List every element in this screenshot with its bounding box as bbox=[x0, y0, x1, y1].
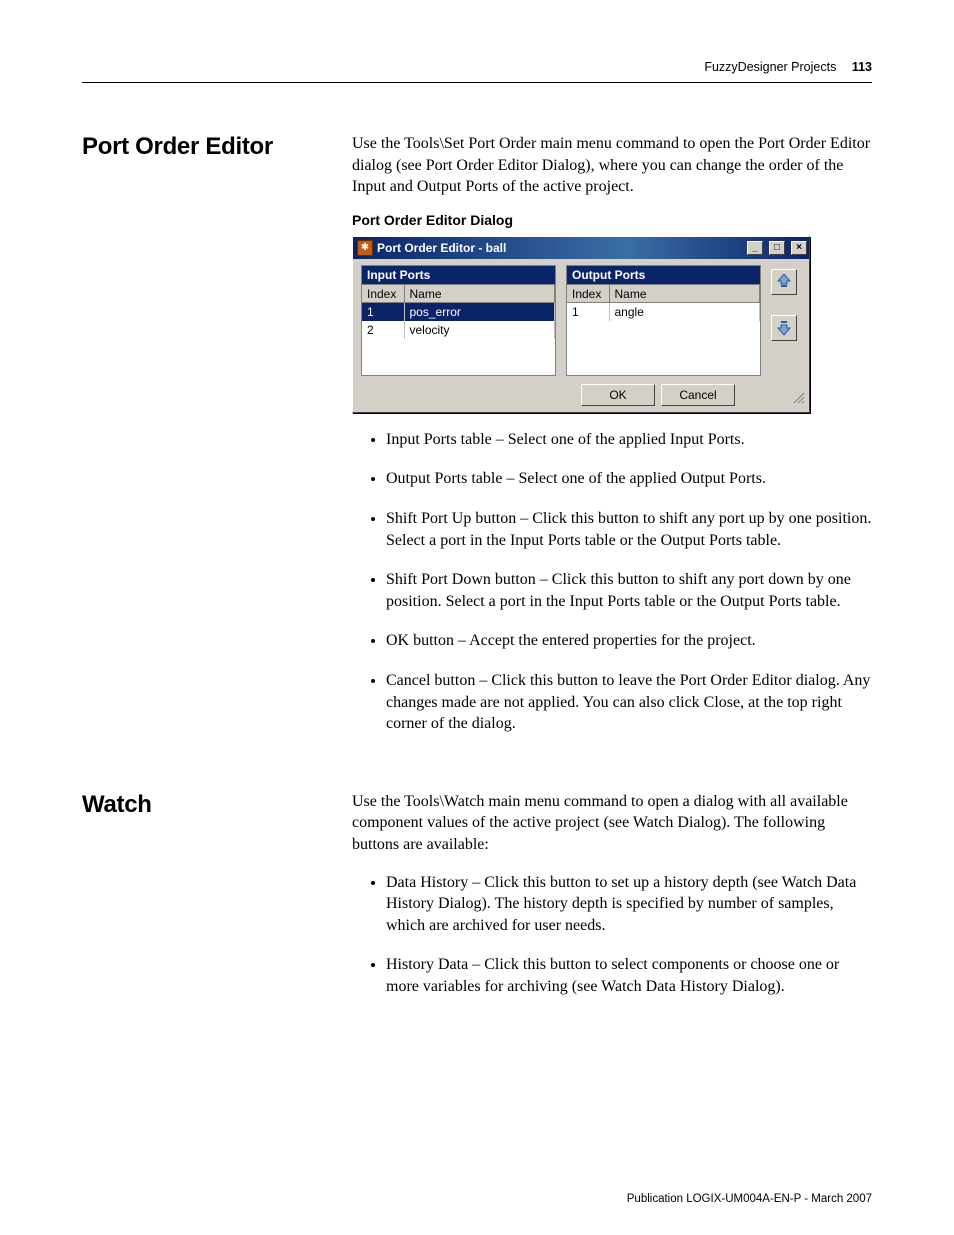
maximize-button[interactable]: □ bbox=[769, 241, 785, 255]
bullet-item: Shift Port Down button – Click this butt… bbox=[386, 569, 872, 612]
bullet-item: Data History – Click this button to set … bbox=[386, 872, 872, 937]
input-ports-table[interactable]: Index Name 1pos_error2velocity bbox=[361, 284, 556, 376]
page-number: 113 bbox=[852, 60, 872, 74]
port-name: angle bbox=[609, 303, 760, 321]
minimize-button[interactable]: _ bbox=[747, 241, 763, 255]
bullet-item: Cancel button – Click this button to lea… bbox=[386, 670, 872, 735]
table-row[interactable]: 2velocity bbox=[362, 321, 555, 339]
input-ports-header: Input Ports bbox=[361, 265, 556, 284]
cancel-button[interactable]: Cancel bbox=[661, 384, 735, 406]
port-index: 2 bbox=[362, 321, 404, 339]
page-header: FuzzyDesigner Projects 113 bbox=[82, 60, 872, 83]
port-name: velocity bbox=[404, 321, 555, 339]
table-row[interactable]: 1pos_error bbox=[362, 303, 555, 321]
shift-up-button[interactable] bbox=[771, 269, 797, 295]
col-name-header: Name bbox=[609, 285, 760, 303]
output-ports-table[interactable]: Index Name 1angle bbox=[566, 284, 761, 376]
bullet-item: History Data – Click this button to sele… bbox=[386, 954, 872, 997]
arrow-down-icon bbox=[776, 320, 792, 336]
resize-grip-icon bbox=[791, 390, 805, 404]
section2-bullet-list: Data History – Click this button to set … bbox=[352, 872, 872, 998]
section-heading-port-order: Port Order Editor bbox=[82, 133, 322, 161]
output-ports-header: Output Ports bbox=[566, 265, 761, 284]
chapter-title: FuzzyDesigner Projects bbox=[704, 60, 836, 74]
port-name: pos_error bbox=[404, 303, 555, 321]
figure-caption: Port Order Editor Dialog bbox=[352, 212, 872, 228]
page-footer: Publication LOGIX-UM004A-EN-P - March 20… bbox=[627, 1193, 872, 1205]
col-index-header: Index bbox=[362, 285, 404, 303]
section2-intro: Use the Tools\Watch main menu command to… bbox=[352, 791, 872, 856]
close-button[interactable]: × bbox=[791, 241, 807, 255]
app-icon: ✱ bbox=[357, 240, 373, 256]
port-order-dialog: ✱ Port Order Editor - ball _ □ × Input P… bbox=[352, 236, 810, 413]
col-name-header: Name bbox=[404, 285, 555, 303]
port-index: 1 bbox=[567, 303, 609, 321]
ok-button[interactable]: OK bbox=[581, 384, 655, 406]
section1-bullet-list: Input Ports table – Select one of the ap… bbox=[352, 429, 872, 735]
col-index-header: Index bbox=[567, 285, 609, 303]
section-heading-watch: Watch bbox=[82, 791, 322, 819]
port-index: 1 bbox=[362, 303, 404, 321]
section1-intro: Use the Tools\Set Port Order main menu c… bbox=[352, 133, 872, 198]
dialog-titlebar: ✱ Port Order Editor - ball _ □ × bbox=[353, 237, 809, 259]
resize-grip[interactable] bbox=[787, 388, 801, 402]
arrow-up-icon bbox=[776, 274, 792, 290]
bullet-item: OK button – Accept the entered propertie… bbox=[386, 630, 872, 652]
bullet-item: Shift Port Up button – Click this button… bbox=[386, 508, 872, 551]
shift-down-button[interactable] bbox=[771, 315, 797, 341]
bullet-item: Output Ports table – Select one of the a… bbox=[386, 468, 872, 490]
table-row[interactable]: 1angle bbox=[567, 303, 760, 321]
dialog-title: Port Order Editor - ball bbox=[377, 241, 741, 255]
bullet-item: Input Ports table – Select one of the ap… bbox=[386, 429, 872, 451]
